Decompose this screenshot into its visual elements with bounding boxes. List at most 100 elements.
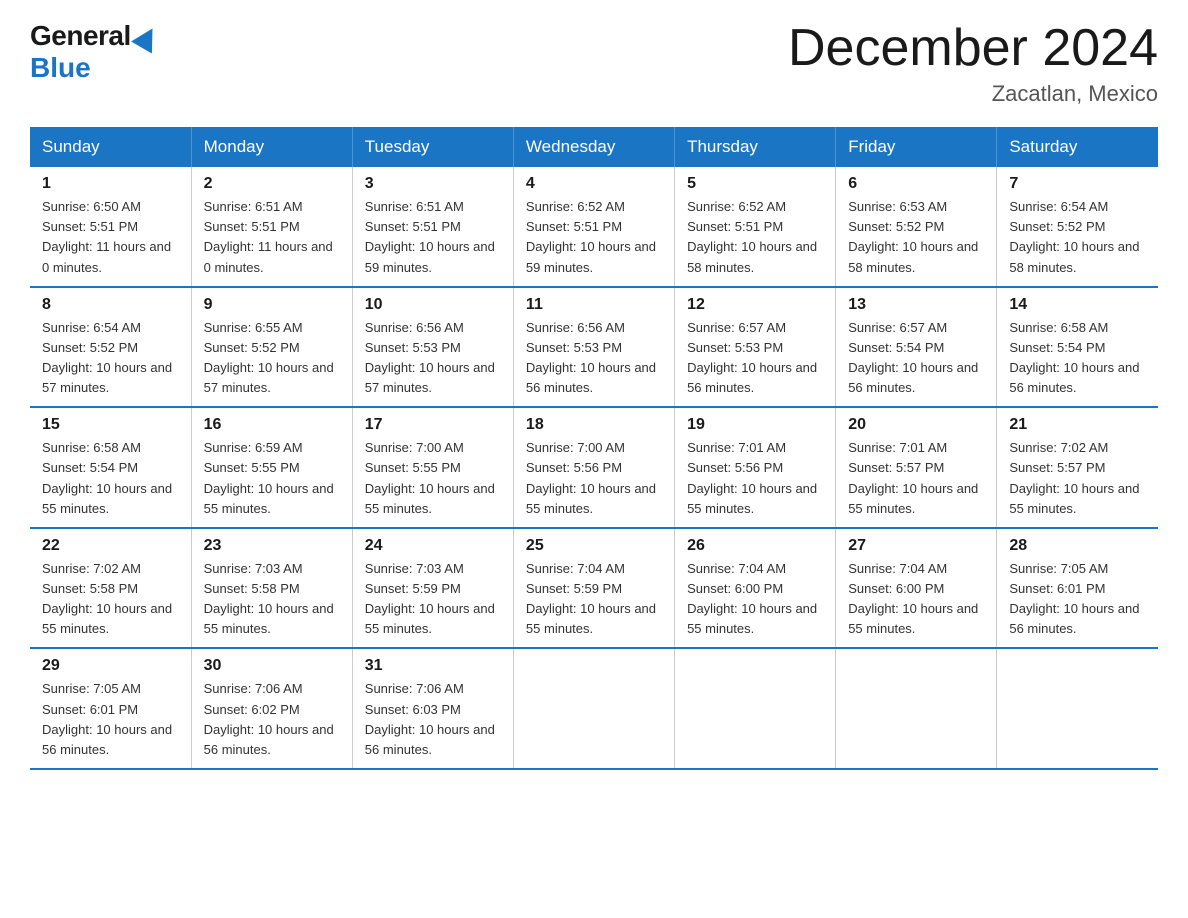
day-number: 27 [848, 537, 984, 555]
calendar-week-row: 29 Sunrise: 7:05 AMSunset: 6:01 PMDaylig… [30, 648, 1158, 769]
calendar-cell: 12 Sunrise: 6:57 AMSunset: 5:53 PMDaylig… [675, 287, 836, 408]
calendar-cell: 10 Sunrise: 6:56 AMSunset: 5:53 PMDaylig… [352, 287, 513, 408]
header-monday: Monday [191, 127, 352, 167]
day-number: 23 [204, 537, 340, 555]
calendar-week-row: 22 Sunrise: 7:02 AMSunset: 5:58 PMDaylig… [30, 528, 1158, 649]
calendar-cell: 28 Sunrise: 7:05 AMSunset: 6:01 PMDaylig… [997, 528, 1158, 649]
logo: General Blue [30, 20, 159, 84]
day-number: 18 [526, 416, 662, 434]
calendar-week-row: 8 Sunrise: 6:54 AMSunset: 5:52 PMDayligh… [30, 287, 1158, 408]
day-info: Sunrise: 6:58 AMSunset: 5:54 PMDaylight:… [1009, 320, 1139, 395]
day-number: 19 [687, 416, 823, 434]
calendar-cell: 29 Sunrise: 7:05 AMSunset: 6:01 PMDaylig… [30, 648, 191, 769]
day-info: Sunrise: 7:02 AMSunset: 5:58 PMDaylight:… [42, 561, 172, 636]
day-info: Sunrise: 7:05 AMSunset: 6:01 PMDaylight:… [42, 681, 172, 756]
day-number: 10 [365, 296, 501, 314]
day-info: Sunrise: 7:02 AMSunset: 5:57 PMDaylight:… [1009, 440, 1139, 515]
day-number: 8 [42, 296, 179, 314]
calendar-cell: 24 Sunrise: 7:03 AMSunset: 5:59 PMDaylig… [352, 528, 513, 649]
day-number: 3 [365, 175, 501, 193]
day-info: Sunrise: 7:04 AMSunset: 6:00 PMDaylight:… [848, 561, 978, 636]
calendar-cell: 8 Sunrise: 6:54 AMSunset: 5:52 PMDayligh… [30, 287, 191, 408]
day-info: Sunrise: 7:05 AMSunset: 6:01 PMDaylight:… [1009, 561, 1139, 636]
logo-blue-text: Blue [30, 52, 91, 84]
day-number: 13 [848, 296, 984, 314]
calendar-cell [997, 648, 1158, 769]
calendar-cell: 15 Sunrise: 6:58 AMSunset: 5:54 PMDaylig… [30, 407, 191, 528]
day-number: 22 [42, 537, 179, 555]
day-info: Sunrise: 7:04 AMSunset: 6:00 PMDaylight:… [687, 561, 817, 636]
day-info: Sunrise: 7:03 AMSunset: 5:59 PMDaylight:… [365, 561, 495, 636]
calendar-cell [513, 648, 674, 769]
day-info: Sunrise: 6:50 AMSunset: 5:51 PMDaylight:… [42, 199, 171, 274]
logo-triangle-icon [131, 22, 163, 53]
calendar-table: SundayMondayTuesdayWednesdayThursdayFrid… [30, 127, 1158, 770]
day-number: 4 [526, 175, 662, 193]
header-saturday: Saturday [997, 127, 1158, 167]
calendar-header-row: SundayMondayTuesdayWednesdayThursdayFrid… [30, 127, 1158, 167]
day-number: 28 [1009, 537, 1146, 555]
calendar-cell: 25 Sunrise: 7:04 AMSunset: 5:59 PMDaylig… [513, 528, 674, 649]
calendar-cell: 5 Sunrise: 6:52 AMSunset: 5:51 PMDayligh… [675, 167, 836, 287]
calendar-cell: 7 Sunrise: 6:54 AMSunset: 5:52 PMDayligh… [997, 167, 1158, 287]
day-number: 9 [204, 296, 340, 314]
day-info: Sunrise: 7:00 AMSunset: 5:56 PMDaylight:… [526, 440, 656, 515]
page-header: General Blue December 2024 Zacatlan, Mex… [30, 20, 1158, 107]
calendar-cell [836, 648, 997, 769]
location-label: Zacatlan, Mexico [788, 81, 1158, 107]
calendar-cell: 9 Sunrise: 6:55 AMSunset: 5:52 PMDayligh… [191, 287, 352, 408]
day-info: Sunrise: 7:01 AMSunset: 5:56 PMDaylight:… [687, 440, 817, 515]
day-number: 6 [848, 175, 984, 193]
day-info: Sunrise: 6:53 AMSunset: 5:52 PMDaylight:… [848, 199, 978, 274]
day-number: 21 [1009, 416, 1146, 434]
calendar-cell: 26 Sunrise: 7:04 AMSunset: 6:00 PMDaylig… [675, 528, 836, 649]
day-info: Sunrise: 6:52 AMSunset: 5:51 PMDaylight:… [687, 199, 817, 274]
day-number: 26 [687, 537, 823, 555]
day-number: 31 [365, 657, 501, 675]
calendar-cell: 27 Sunrise: 7:04 AMSunset: 6:00 PMDaylig… [836, 528, 997, 649]
calendar-cell: 4 Sunrise: 6:52 AMSunset: 5:51 PMDayligh… [513, 167, 674, 287]
day-info: Sunrise: 6:56 AMSunset: 5:53 PMDaylight:… [365, 320, 495, 395]
day-info: Sunrise: 6:51 AMSunset: 5:51 PMDaylight:… [365, 199, 495, 274]
calendar-cell: 17 Sunrise: 7:00 AMSunset: 5:55 PMDaylig… [352, 407, 513, 528]
day-info: Sunrise: 6:54 AMSunset: 5:52 PMDaylight:… [42, 320, 172, 395]
day-number: 25 [526, 537, 662, 555]
day-number: 5 [687, 175, 823, 193]
calendar-week-row: 15 Sunrise: 6:58 AMSunset: 5:54 PMDaylig… [30, 407, 1158, 528]
day-number: 12 [687, 296, 823, 314]
day-info: Sunrise: 6:52 AMSunset: 5:51 PMDaylight:… [526, 199, 656, 274]
calendar-cell: 19 Sunrise: 7:01 AMSunset: 5:56 PMDaylig… [675, 407, 836, 528]
header-thursday: Thursday [675, 127, 836, 167]
day-info: Sunrise: 6:57 AMSunset: 5:53 PMDaylight:… [687, 320, 817, 395]
logo-general-text: General [30, 20, 131, 52]
header-tuesday: Tuesday [352, 127, 513, 167]
day-number: 7 [1009, 175, 1146, 193]
header-sunday: Sunday [30, 127, 191, 167]
day-number: 20 [848, 416, 984, 434]
calendar-cell: 16 Sunrise: 6:59 AMSunset: 5:55 PMDaylig… [191, 407, 352, 528]
calendar-cell: 22 Sunrise: 7:02 AMSunset: 5:58 PMDaylig… [30, 528, 191, 649]
calendar-cell: 11 Sunrise: 6:56 AMSunset: 5:53 PMDaylig… [513, 287, 674, 408]
calendar-cell: 21 Sunrise: 7:02 AMSunset: 5:57 PMDaylig… [997, 407, 1158, 528]
day-info: Sunrise: 7:04 AMSunset: 5:59 PMDaylight:… [526, 561, 656, 636]
calendar-cell: 1 Sunrise: 6:50 AMSunset: 5:51 PMDayligh… [30, 167, 191, 287]
day-info: Sunrise: 6:57 AMSunset: 5:54 PMDaylight:… [848, 320, 978, 395]
title-section: December 2024 Zacatlan, Mexico [788, 20, 1158, 107]
day-number: 16 [204, 416, 340, 434]
day-number: 30 [204, 657, 340, 675]
calendar-cell: 2 Sunrise: 6:51 AMSunset: 5:51 PMDayligh… [191, 167, 352, 287]
day-number: 2 [204, 175, 340, 193]
day-info: Sunrise: 6:56 AMSunset: 5:53 PMDaylight:… [526, 320, 656, 395]
day-info: Sunrise: 7:03 AMSunset: 5:58 PMDaylight:… [204, 561, 334, 636]
day-info: Sunrise: 7:01 AMSunset: 5:57 PMDaylight:… [848, 440, 978, 515]
day-number: 14 [1009, 296, 1146, 314]
calendar-cell [675, 648, 836, 769]
day-number: 1 [42, 175, 179, 193]
day-info: Sunrise: 6:55 AMSunset: 5:52 PMDaylight:… [204, 320, 334, 395]
header-wednesday: Wednesday [513, 127, 674, 167]
day-number: 24 [365, 537, 501, 555]
calendar-cell: 6 Sunrise: 6:53 AMSunset: 5:52 PMDayligh… [836, 167, 997, 287]
calendar-cell: 14 Sunrise: 6:58 AMSunset: 5:54 PMDaylig… [997, 287, 1158, 408]
day-info: Sunrise: 7:06 AMSunset: 6:03 PMDaylight:… [365, 681, 495, 756]
calendar-cell: 31 Sunrise: 7:06 AMSunset: 6:03 PMDaylig… [352, 648, 513, 769]
